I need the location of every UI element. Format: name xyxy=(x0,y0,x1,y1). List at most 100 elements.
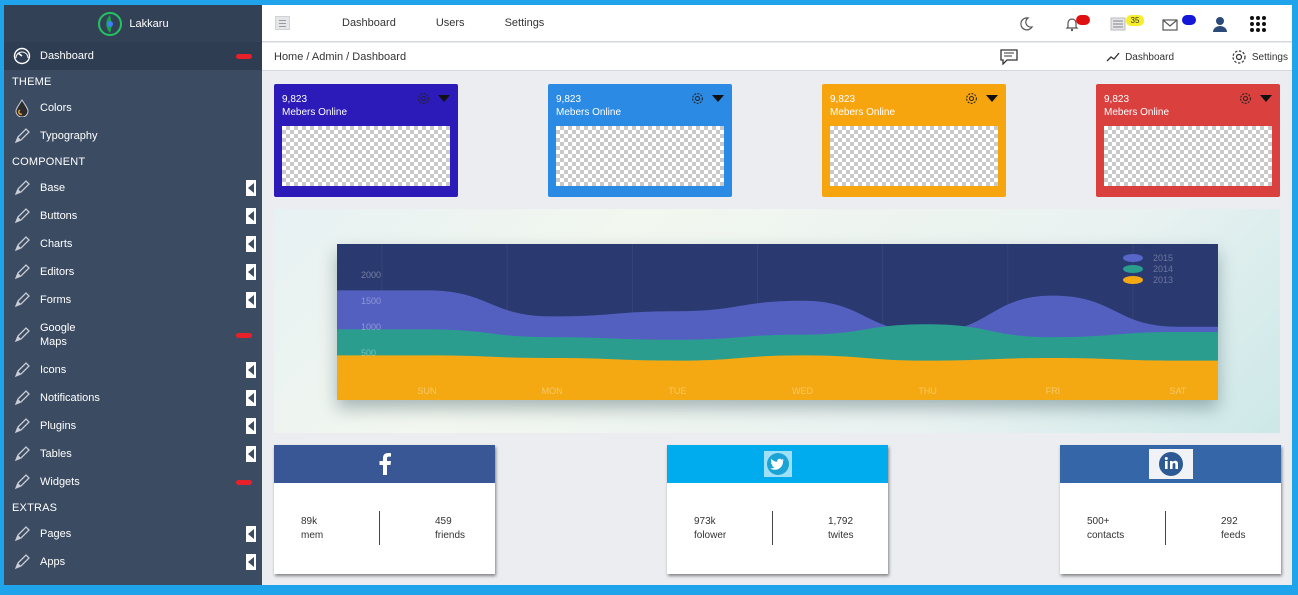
x-tick-label: THU xyxy=(918,386,937,396)
stat-label: Mebers Online xyxy=(556,107,622,118)
topnav-users[interactable]: Users xyxy=(436,17,465,29)
list-icon[interactable]: 35 xyxy=(1106,12,1144,36)
social-right-label: feeds xyxy=(1221,530,1246,541)
chevron-left-icon[interactable] xyxy=(246,292,256,308)
caret-down-icon[interactable] xyxy=(1260,95,1272,102)
stat-card: 9,823 Mebers Online xyxy=(548,84,732,197)
chevron-left-icon[interactable] xyxy=(246,390,256,406)
pencil-icon xyxy=(12,178,32,198)
chevron-left-icon[interactable] xyxy=(246,418,256,434)
gear-icon[interactable] xyxy=(691,92,704,105)
twitter-card: 973k folower 1,792 twites xyxy=(667,445,888,574)
sidebar-item-apps[interactable]: Apps xyxy=(4,548,262,576)
chevron-left-icon[interactable] xyxy=(246,362,256,378)
social-right-value: 292 xyxy=(1221,516,1238,527)
sidebar-item-tables[interactable]: Tables xyxy=(4,440,262,468)
twitter-card-header[interactable] xyxy=(667,445,888,483)
chevron-left-icon[interactable] xyxy=(246,180,256,196)
apps-grid-icon[interactable] xyxy=(1246,12,1270,36)
linkedin-card: 500+ contacts 292 feeds xyxy=(1060,445,1281,574)
sidebar-item-label: Icons xyxy=(40,364,67,376)
social-left-label: folower xyxy=(694,530,727,541)
sidebar-item-widgets[interactable]: Widgets xyxy=(4,468,262,496)
traffic-chart-panel: 500 1000 1500 2000 SUN MON TUE WED THU FRI SAT 2015… xyxy=(274,209,1280,433)
sidebar-item-pages[interactable]: Pages xyxy=(4,520,262,548)
new-badge xyxy=(236,479,252,485)
caret-down-icon[interactable] xyxy=(438,95,450,102)
sidebar-item-editors[interactable]: Editors xyxy=(4,258,262,286)
topnav-settings[interactable]: Settings xyxy=(505,17,545,29)
stat-label: Mebers Online xyxy=(830,107,896,118)
chevron-left-icon[interactable] xyxy=(246,208,256,224)
user-icon[interactable] xyxy=(1208,12,1232,36)
divider xyxy=(1165,511,1166,545)
chevron-left-icon[interactable] xyxy=(246,236,256,252)
linkedin-card-header[interactable] xyxy=(1060,445,1281,483)
caret-down-icon[interactable] xyxy=(712,95,724,102)
chevron-left-icon[interactable] xyxy=(246,446,256,462)
topnav-dashboard[interactable]: Dashboard xyxy=(342,17,396,29)
facebook-card: 89k mem 459 friends xyxy=(274,445,495,574)
pencil-icon xyxy=(12,472,32,492)
list-badge: 35 xyxy=(1126,14,1144,26)
x-tick-label: WED xyxy=(792,386,813,396)
sidebar-item-label: Notifications xyxy=(40,392,100,404)
social-left-value: 973k xyxy=(694,516,716,527)
facebook-card-header[interactable] xyxy=(274,445,495,483)
sidebar-item-buttons[interactable]: Buttons xyxy=(4,202,262,230)
comments-button[interactable] xyxy=(1000,49,1018,65)
sidebar-item-charts[interactable]: Charts xyxy=(4,230,262,258)
twitter-icon xyxy=(763,451,792,477)
x-tick-label: SAT xyxy=(1170,386,1187,396)
sidebar-item-notifications[interactable]: Notifications xyxy=(4,384,262,412)
bell-icon[interactable] xyxy=(1060,12,1090,36)
sidebar-item-colors[interactable]: Colors xyxy=(4,94,262,122)
stat-label: Mebers Online xyxy=(282,107,348,118)
chevron-left-icon[interactable] xyxy=(246,526,256,542)
social-right-label: friends xyxy=(435,530,466,541)
legend-label: 2014 xyxy=(1153,264,1173,274)
sidebar-item-typography[interactable]: Typography xyxy=(4,122,262,150)
series-area-2013 xyxy=(337,355,1218,400)
caret-down-icon[interactable] xyxy=(986,95,998,102)
breadcrumb[interactable]: Home / Admin / Dashboard xyxy=(274,51,406,63)
social-left-label: mem xyxy=(301,530,324,541)
sidebar-item-base[interactable]: Base xyxy=(4,174,262,202)
gear-icon[interactable] xyxy=(965,92,978,105)
sidebar-item-icons[interactable]: Icons xyxy=(4,356,262,384)
new-badge xyxy=(236,53,252,59)
mini-bar-chart xyxy=(282,126,450,186)
divider xyxy=(772,511,773,545)
menu-toggle-button[interactable] xyxy=(275,16,290,30)
app-frame: Lakkaru Dashboard THEME Colors Typography C… xyxy=(4,5,1292,585)
mini-bar-chart xyxy=(1104,126,1272,186)
settings-action[interactable]: Settings xyxy=(1231,49,1288,65)
x-tick-label: FRI xyxy=(1046,386,1061,396)
gear-icon[interactable] xyxy=(417,92,430,105)
mini-bar-chart xyxy=(830,126,998,186)
brand-name: Lakkaru xyxy=(129,17,169,30)
gear-icon[interactable] xyxy=(1239,92,1252,105)
y-tick-label: 500 xyxy=(361,348,376,358)
sidebar-item-label: Buttons xyxy=(40,210,78,222)
moon-icon[interactable] xyxy=(1014,12,1038,36)
sidebar-item-label: Google Maps xyxy=(40,321,75,349)
sidebar-item-label: Editors xyxy=(40,266,75,278)
sidebar-item-google-maps[interactable]: Google Maps xyxy=(4,314,262,356)
legend-swatch xyxy=(1123,276,1143,284)
comment-icon xyxy=(1000,49,1018,65)
chevron-left-icon[interactable] xyxy=(246,554,256,570)
sidebar-item-forms[interactable]: Forms xyxy=(4,286,262,314)
sidebar-item-label: Base xyxy=(40,182,66,194)
stat-label: Mebers Online xyxy=(1104,107,1170,118)
sidebar-item-plugins[interactable]: Plugins xyxy=(4,412,262,440)
chevron-left-icon[interactable] xyxy=(246,264,256,280)
dashboard-action[interactable]: Dashboard xyxy=(1106,52,1174,63)
facebook-icon xyxy=(378,453,392,475)
legend-swatch xyxy=(1123,254,1143,262)
brand[interactable]: Lakkaru xyxy=(4,5,262,42)
mail-icon[interactable] xyxy=(1158,12,1196,36)
top-bar: Dashboard Users Settings 35 xyxy=(262,5,1292,42)
linkedin-icon xyxy=(1148,449,1193,479)
sidebar-item-dashboard[interactable]: Dashboard xyxy=(4,42,262,70)
